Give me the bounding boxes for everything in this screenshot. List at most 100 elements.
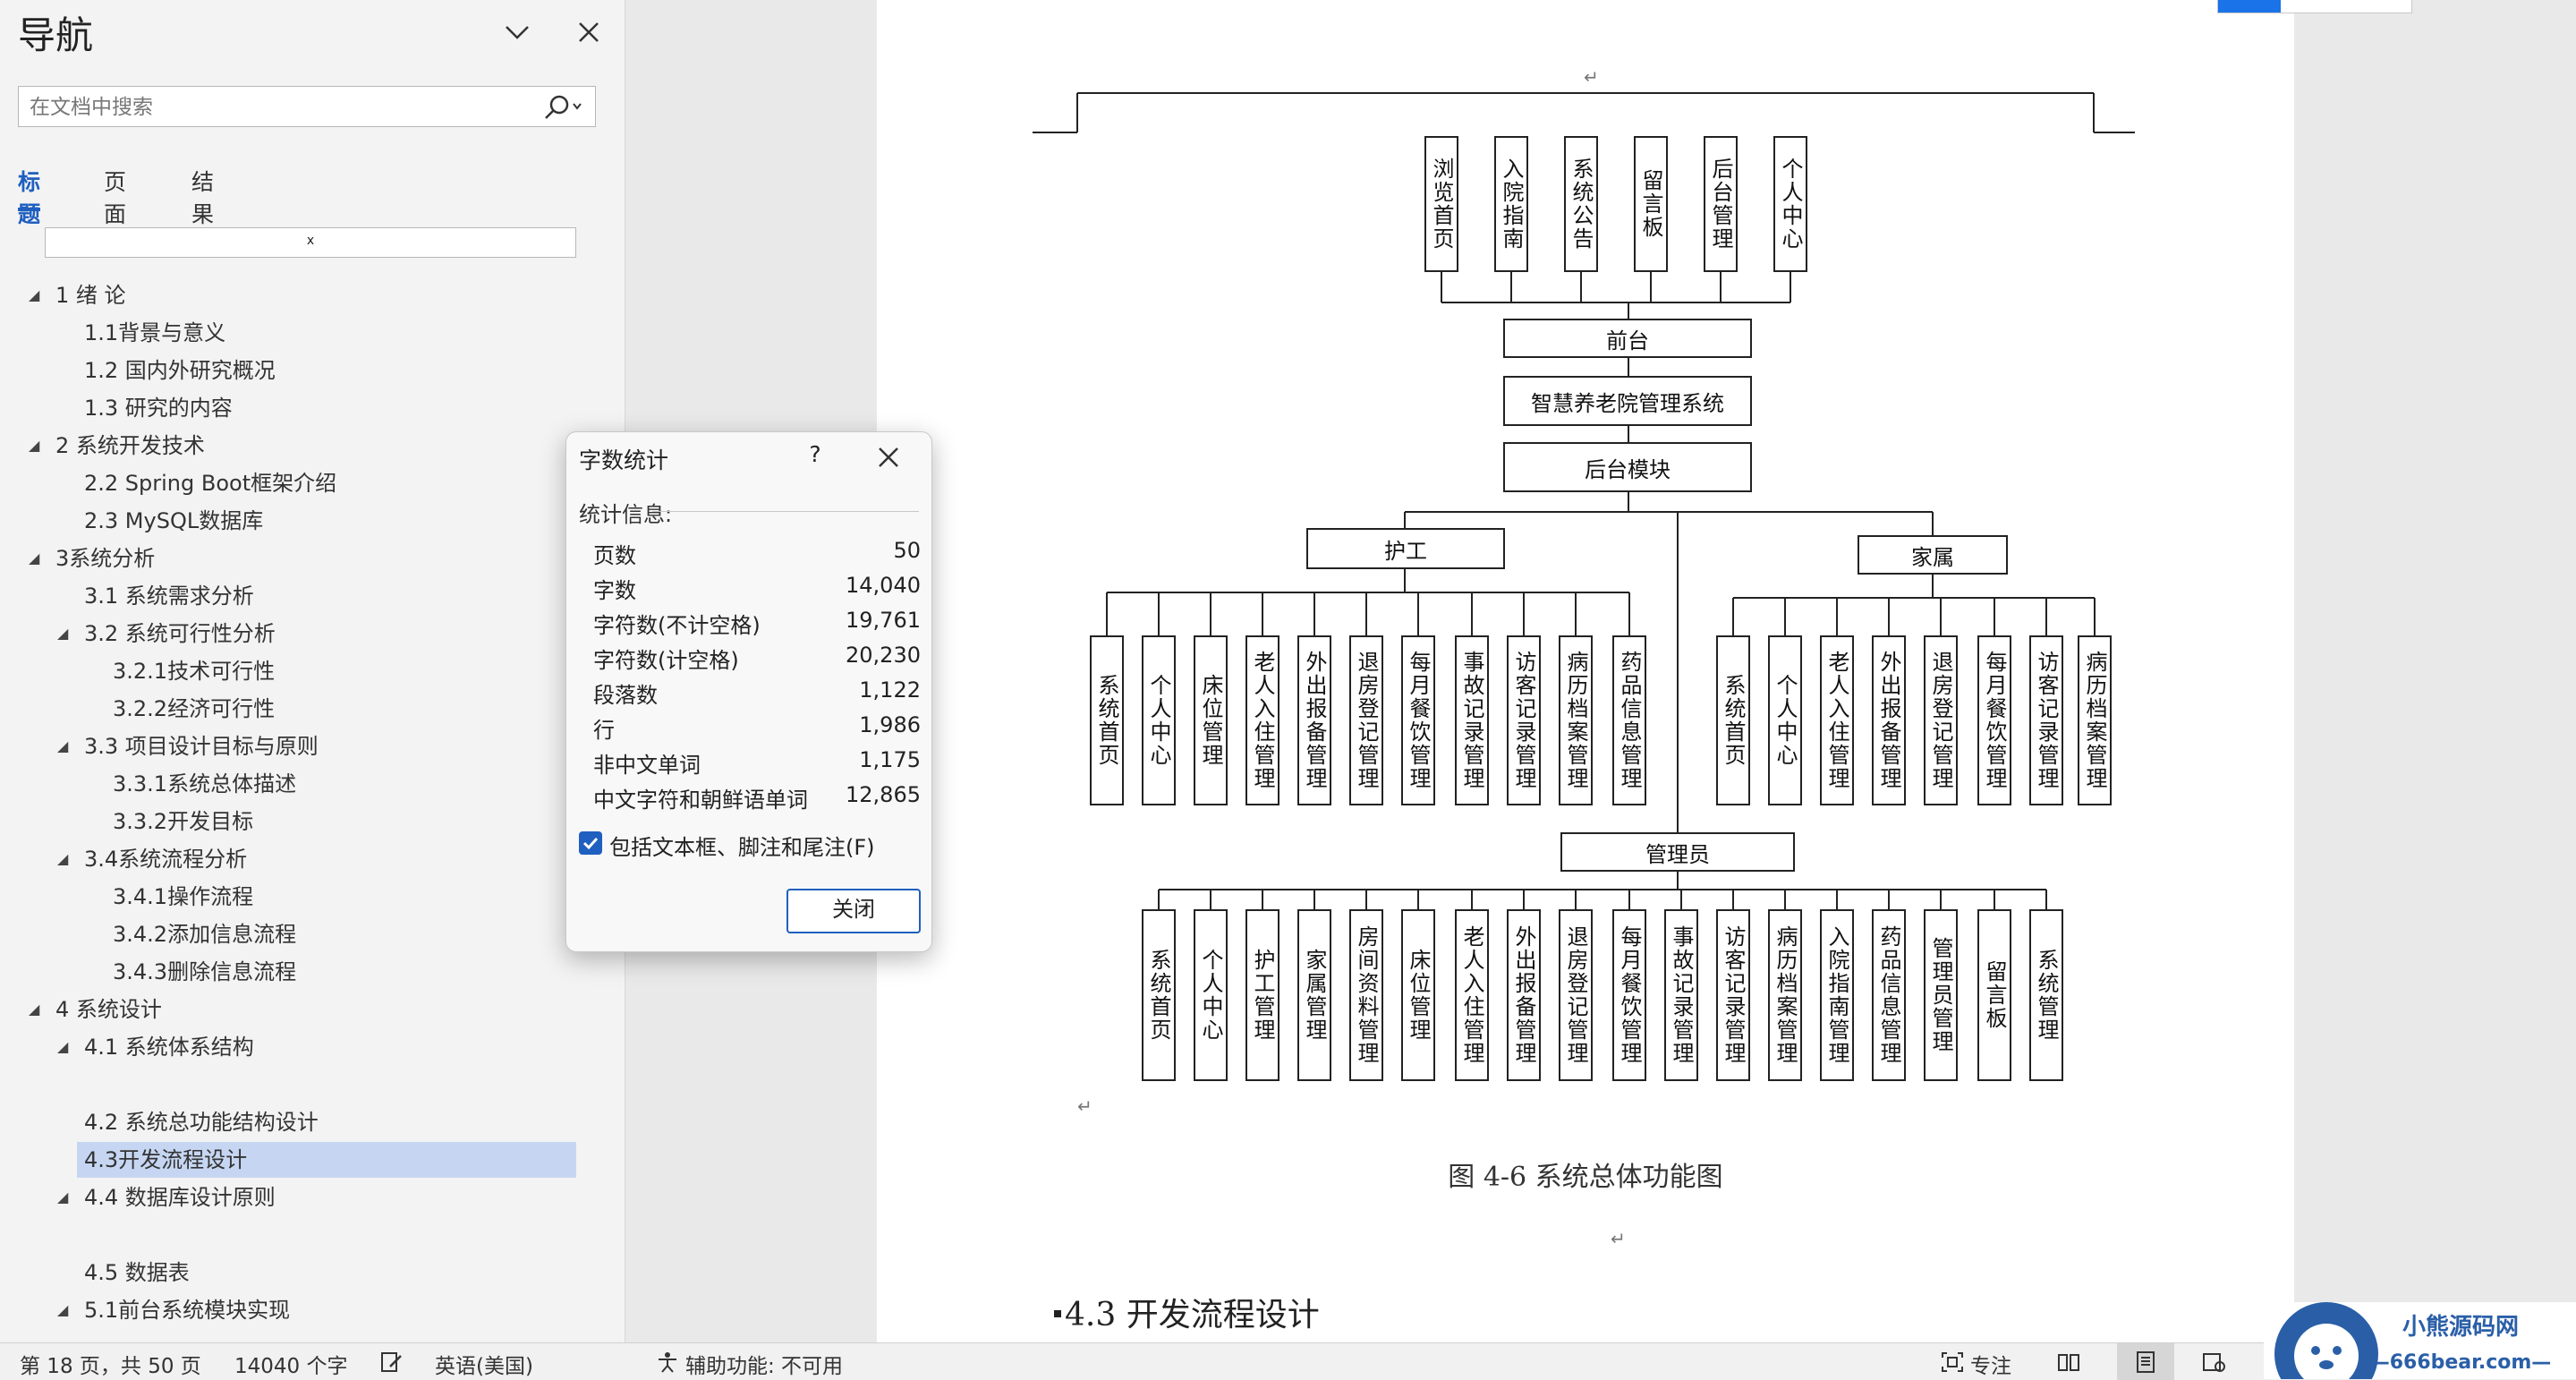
outline-heading-item[interactable]: 4.4 数据库设计原则 [84,1180,276,1215]
admin-module-box: 入院指南管理 [1820,909,1854,1081]
language-indicator[interactable]: 英语(美国) [435,1349,533,1379]
stat-label: 页数 [593,543,636,568]
outline-heading-item[interactable]: 3.4.1操作流程 [113,879,253,915]
status-bar: 第 18 页，共 50 页 14040 个字 英语(美国) 辅助功能: 不可用 … [0,1342,2576,1380]
admin-module-box: 系统管理 [2029,909,2063,1081]
outline-heading-item[interactable]: 4.1 系统体系结构 [84,1029,254,1065]
tab-results[interactable]: 结果 [191,165,214,229]
outline-heading-item[interactable]: 4 系统设计 [55,992,162,1027]
outline-heading-item[interactable]: 3.3.2开发目标 [113,804,253,839]
stat-label: 段落数 [593,683,658,708]
outline-heading-item[interactable]: 3.1 系统需求分析 [84,578,254,614]
stat-label: 字数 [593,578,636,603]
document-page[interactable]: 浏览首页 入院指南 系统公告 留言板 后台管理 个人中心 前台 智慧养老院管理系统 后台模块 护工… [877,0,2294,1342]
admin-module-box: 护工管理 [1245,909,1279,1081]
watermark-name: 小熊源码网 [2402,1313,2519,1341]
stat-row: 中文字符和朝鲜语单词 12,865 [593,782,921,816]
collapse-triangle-icon[interactable]: ◢ [29,1001,39,1018]
search-box[interactable] [18,86,596,128]
search-icon[interactable] [541,93,584,122]
nurse-module-box: 药品信息管理 [1612,635,1646,805]
tab-pages[interactable]: 页面 [104,165,126,229]
headings-filter-box[interactable]: x [45,227,576,258]
outline-heading-item[interactable]: 5.1前台系统模块实现 [84,1292,290,1328]
outline-heading-item[interactable]: 1.1背景与意义 [84,315,225,351]
collapse-triangle-icon[interactable]: ◢ [29,549,39,566]
family-module-box: 外出报备管理 [1872,635,1906,805]
outline-heading-item[interactable]: 1.3 研究的内容 [84,390,233,426]
stat-value: 14,040 [846,573,921,598]
outline-heading-item[interactable]: 3.4.2添加信息流程 [113,916,296,952]
top-floating-widget[interactable] [2217,0,2412,13]
close-icon[interactable] [871,441,906,473]
collapse-triangle-icon[interactable]: ◢ [57,1038,68,1055]
outline-heading-item[interactable]: 2.3 MySQL数据库 [84,503,263,539]
outline-heading-item[interactable]: 3.2.2经济可行性 [113,691,275,727]
accessibility-icon[interactable] [655,1350,680,1374]
collapse-triangle-icon[interactable]: ◢ [29,286,39,303]
focus-mode[interactable]: 专注 [1970,1349,2011,1379]
family-node-box: 家属 [1858,535,2008,575]
chevron-down-icon[interactable] [501,16,533,48]
close-button[interactable]: 关闭 [786,889,921,933]
read-mode-icon[interactable] [2056,1350,2081,1374]
nav-title: 导航 [18,13,94,57]
proofing-icon[interactable] [379,1350,404,1374]
outline-heading-item[interactable]: 3.3 项目设计目标与原则 [84,728,319,764]
include-textbox-checkbox[interactable] [579,831,602,855]
stat-row: 非中文单词 1,175 [593,747,921,781]
stat-value: 1,122 [859,677,921,703]
help-button[interactable]: ? [799,441,831,467]
collapse-triangle-icon[interactable]: ◢ [57,737,68,754]
tab-headings[interactable]: 标题 [18,165,41,229]
front-module-box: 个人中心 [1773,136,1807,272]
admin-module-box: 事故记录管理 [1664,909,1698,1081]
nurse-module-box: 系统首页 [1090,635,1124,805]
outline-heading-item[interactable]: 3.3.1系统总体描述 [113,766,296,802]
outline-heading-item[interactable]: 4.5 数据表 [84,1255,190,1291]
figure-caption: 图 4-6 系统总体功能图 [1448,1162,1723,1193]
stat-label: 字符数(计空格) [593,648,739,673]
nurse-module-box: 访客记录管理 [1507,635,1541,805]
family-module-box: 每月餐饮管理 [1977,635,2011,805]
stat-row: 段落数 1,122 [593,677,921,711]
admin-module-box: 留言板 [1977,909,2011,1081]
focus-icon[interactable] [1940,1350,1965,1374]
paragraph-mark: ↵ [1584,66,1599,88]
stat-value: 1,986 [859,712,921,737]
accessibility-status[interactable]: 辅助功能: 不可用 [685,1349,843,1379]
family-module-box: 老人入住管理 [1820,635,1854,805]
collapse-triangle-icon[interactable]: ◢ [57,850,68,867]
outline-heading-item[interactable]: 4.3开发流程设计 [77,1142,576,1178]
admin-node-box: 管理员 [1560,832,1795,872]
collapse-triangle-icon[interactable]: ◢ [57,625,68,642]
page-count[interactable]: 第 18 页，共 50 页 [20,1349,201,1379]
collapse-triangle-icon[interactable]: ◢ [57,1301,68,1318]
outline-heading-item[interactable]: 4.2 系统总功能结构设计 [84,1104,319,1140]
outline-heading-item[interactable]: 2.2 Spring Boot框架介绍 [84,465,336,501]
outline-heading-item[interactable]: 3系统分析 [55,541,155,576]
collapse-triangle-icon[interactable]: ◢ [29,437,39,454]
outline-heading-item[interactable]: 3.2 系统可行性分析 [84,616,276,652]
search-input[interactable] [28,87,541,128]
section-heading[interactable]: 4.3 开发流程设计 [1054,1289,1320,1335]
include-textbox-label[interactable]: 包括文本框、脚注和尾注(F) [609,830,875,861]
outline-heading-item[interactable]: 2 系统开发技术 [55,428,205,464]
close-icon[interactable] [573,16,605,48]
outline-heading-item[interactable]: 1.2 国内外研究概况 [84,353,276,388]
stat-label: 字符数(不计空格) [593,613,761,638]
watermark-logo: 小熊源码网 —666bear.com— [2264,1302,2576,1379]
print-layout-icon[interactable] [2133,1350,2158,1374]
web-layout-icon[interactable] [2201,1350,2226,1374]
nurse-module-box: 个人中心 [1142,635,1176,805]
outline-heading-item[interactable]: 3.2.1技术可行性 [113,653,275,689]
dialog-title: 字数统计 [579,447,669,473]
collapse-triangle-icon[interactable]: ◢ [57,1188,68,1205]
outline-heading-item[interactable]: 1 绪 论 [55,277,126,313]
outline-heading-item[interactable]: 3.4系统流程分析 [84,841,247,877]
admin-module-box: 系统首页 [1142,909,1176,1081]
word-count[interactable]: 14040 个字 [234,1349,347,1379]
nurse-module-box: 病历档案管理 [1559,635,1593,805]
outline-heading-item[interactable]: 3.4.3删除信息流程 [113,954,296,990]
nurse-module-box: 事故记录管理 [1455,635,1489,805]
